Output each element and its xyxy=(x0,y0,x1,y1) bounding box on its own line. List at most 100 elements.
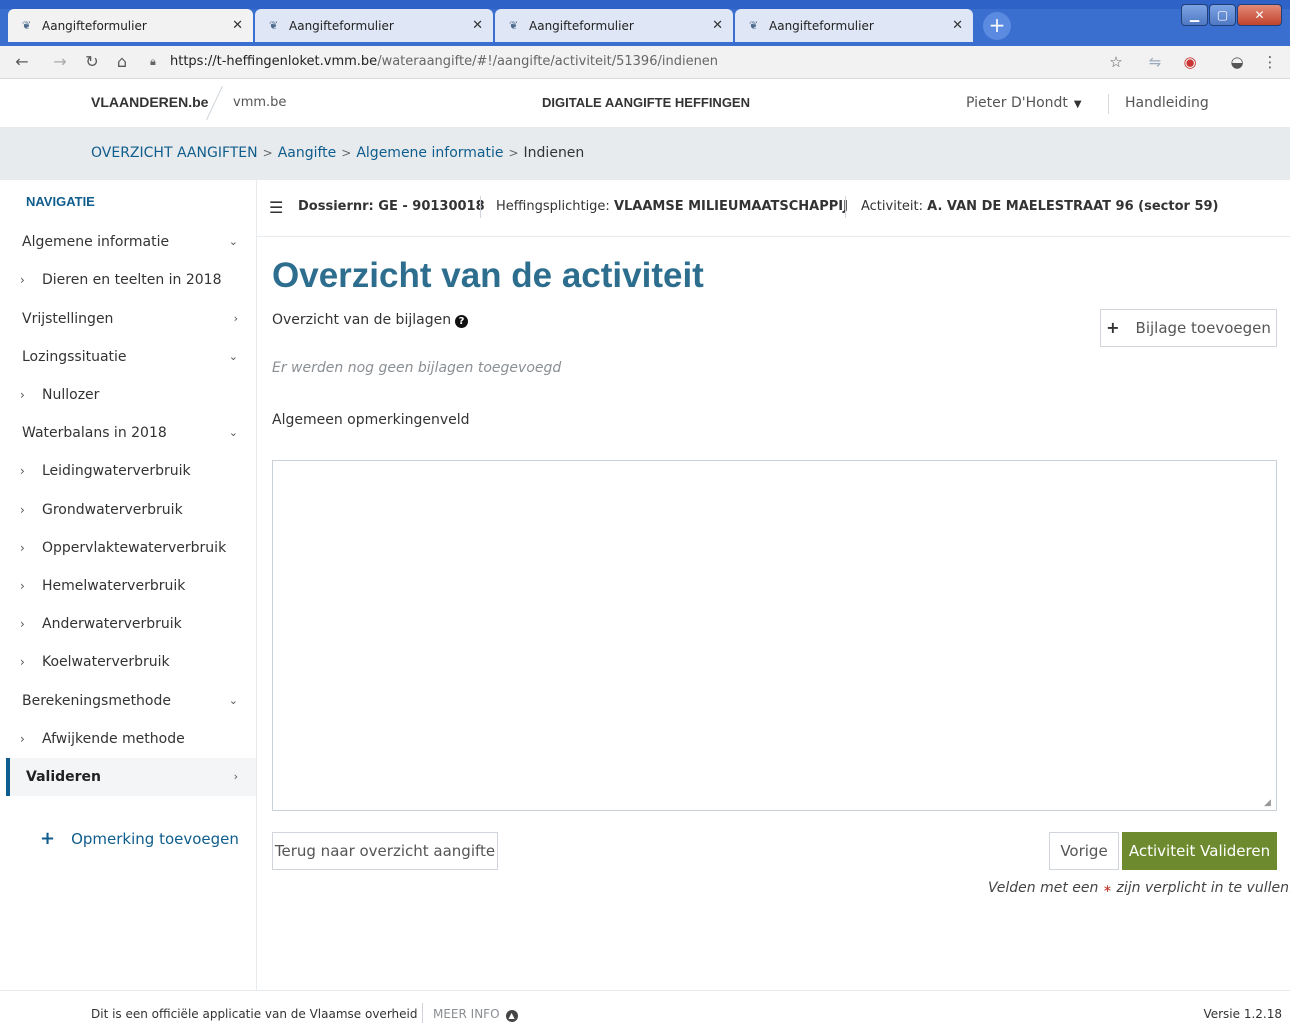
payer-info: Heffingsplichtige: VLAAMSE MILIEUMAATSCH… xyxy=(496,199,848,214)
extension-shield-icon[interactable]: ◉ xyxy=(1180,52,1200,72)
activity-value: A. VAN DE MAELESTRAAT 96 (sector 59) xyxy=(927,199,1219,214)
sidebar-item-afwijkende-methode[interactable]: › Afwijkende methode xyxy=(6,720,256,758)
header-divider xyxy=(1108,94,1109,114)
more-info-link[interactable]: MEER INFO ▲ xyxy=(433,1007,518,1022)
tab-title: Aangifteformulier xyxy=(289,18,394,33)
add-attachment-button[interactable]: + Bijlage toevoegen xyxy=(1100,309,1277,347)
chevron-right-icon: › xyxy=(20,732,25,746)
menu-dots-icon[interactable]: ⋮ xyxy=(1260,52,1280,72)
sidebar-item-lozingssituatie[interactable]: Lozingssituatie ⌄ xyxy=(6,338,256,376)
info-divider xyxy=(480,196,481,218)
chevron-down-icon: ⌄ xyxy=(228,694,238,707)
sidebar-item-nullozer[interactable]: › Nullozer xyxy=(6,376,256,414)
tab-close-icon[interactable]: ✕ xyxy=(712,18,723,33)
tab-close-icon[interactable]: ✕ xyxy=(952,18,963,33)
sidebar-item-grondwaterverbruik[interactable]: › Grondwaterverbruik xyxy=(6,491,256,529)
tab-title: Aangifteformulier xyxy=(769,18,874,33)
reload-icon[interactable]: ↻ xyxy=(82,52,102,72)
sidebar-item-koelwaterverbruik[interactable]: › Koelwaterverbruik xyxy=(6,643,256,681)
lock-icon: 🔒︎ xyxy=(150,55,156,68)
breadcrumb-separator-icon: > xyxy=(341,146,352,160)
site-favicon-icon: ❦ xyxy=(749,18,759,32)
back-to-overview-button[interactable]: Terug naar overzicht aangifte xyxy=(272,832,498,870)
forward-arrow-icon[interactable]: → xyxy=(50,52,70,72)
bookmark-star-icon[interactable]: ☆ xyxy=(1106,52,1126,72)
sidebar-item-vrijstellingen[interactable]: Vrijstellingen › xyxy=(6,300,256,338)
breadcrumb: OVERZICHT AANGIFTEN > Aangifte > Algemene in… xyxy=(91,145,584,161)
sidebar-item-label: Anderwaterverbruik xyxy=(42,616,182,632)
validate-activity-button[interactable]: Activiteit Valideren xyxy=(1122,832,1277,870)
breadcrumb-overview[interactable]: OVERZICHT AANGIFTEN xyxy=(91,145,258,161)
title-band xyxy=(0,0,1290,9)
minimize-icon[interactable]: ▁ xyxy=(1181,4,1208,26)
attachments-heading: Overzicht van de bijlagen? xyxy=(272,312,469,328)
activity-label: Activiteit: xyxy=(861,199,924,214)
page-title: Overzicht van de activiteit xyxy=(272,256,704,295)
chevron-right-icon: › xyxy=(20,541,25,555)
browser-tab[interactable]: ❦ Aangifteformulier ✕ xyxy=(735,9,973,42)
address-bar[interactable]: 🔒︎ https://t-heffingenloket.vmm.be/watera… xyxy=(150,50,1150,74)
sidebar-item-label: Afwijkende methode xyxy=(42,731,185,747)
chevron-right-icon: › xyxy=(233,312,238,325)
app-header: VLAANDEREN.be vmm.be DIGITALE AANGIFTE H… xyxy=(0,80,1290,128)
manual-link[interactable]: Handleiding xyxy=(1125,95,1209,111)
sidebar-item-label: Lozingssituatie xyxy=(22,349,127,365)
site-favicon-icon: ❦ xyxy=(509,18,519,32)
previous-button[interactable]: Vorige xyxy=(1049,832,1119,870)
back-arrow-icon[interactable]: ← xyxy=(12,52,32,72)
no-attachments-message: Er werden nog geen bijlagen toegevoegd xyxy=(272,360,562,376)
sidebar-item-label: Leidingwaterverbruik xyxy=(42,463,191,479)
maximize-icon[interactable]: ▢ xyxy=(1209,4,1236,26)
brand-divider xyxy=(206,86,236,120)
chevron-right-icon: › xyxy=(20,388,25,402)
browser-tab[interactable]: ❦ Aangifteformulier ✕ xyxy=(8,9,253,42)
brand-logo[interactable]: VLAANDEREN.be xyxy=(91,94,208,110)
page-footer: Dit is een officiële applicatie van de V… xyxy=(0,990,1290,1023)
sidebar-item-leidingwaterverbruik[interactable]: › Leidingwaterverbruik xyxy=(6,452,256,490)
sidebar-item-dieren-en-teelten[interactable]: › Dieren en teelten in 2018 xyxy=(6,261,256,299)
add-note-button[interactable]: + Opmerking toevoegen xyxy=(40,828,239,849)
browser-tab[interactable]: ❦ Aangifteformulier ✕ xyxy=(495,9,733,42)
sidebar-item-waterbalans[interactable]: Waterbalans in 2018 ⌄ xyxy=(6,414,256,452)
app-title: DIGITALE AANGIFTE HEFFINGEN xyxy=(542,95,750,110)
sidebar-title: NAVIGATIE xyxy=(26,194,95,209)
dossier-info-bar: ☰ Dossiernr: GE - 90130018 Heffingsplich… xyxy=(257,180,1290,237)
sidebar-item-berekeningsmethode[interactable]: Berekeningsmethode ⌄ xyxy=(6,682,256,720)
sidebar-item-oppervlaktewaterverbruik[interactable]: › Oppervlaktewaterverbruik xyxy=(6,529,256,567)
brand-sub[interactable]: vmm.be xyxy=(233,95,286,110)
breadcrumb-general-info[interactable]: Algemene informatie xyxy=(356,145,503,161)
help-icon[interactable]: ? xyxy=(455,315,469,328)
user-name: Pieter D'Hondt xyxy=(966,95,1068,111)
sidebar-item-anderwaterverbruik[interactable]: › Anderwaterverbruik xyxy=(6,605,256,643)
activity-info: Activiteit: A. VAN DE MAELESTRAAT 96 (se… xyxy=(861,199,1219,214)
tab-close-icon[interactable]: ✕ xyxy=(472,18,483,33)
user-menu[interactable]: Pieter D'Hondt ▼ xyxy=(966,95,1082,111)
site-favicon-icon: ❦ xyxy=(22,18,32,32)
breadcrumb-aangifte[interactable]: Aangifte xyxy=(278,145,337,161)
hamburger-menu-icon[interactable]: ☰ xyxy=(269,198,283,217)
profile-icon[interactable]: ◒ xyxy=(1227,52,1247,72)
browser-tab[interactable]: ❦ Aangifteformulier ✕ xyxy=(255,9,493,42)
sidebar-item-label: Grondwaterverbruik xyxy=(42,502,183,518)
chevron-right-icon: › xyxy=(20,464,25,478)
active-indicator xyxy=(6,758,10,796)
sidebar-item-label: Berekeningsmethode xyxy=(22,693,171,709)
resize-grip-icon[interactable]: ◢ xyxy=(1264,798,1271,808)
tab-close-icon[interactable]: ✕ xyxy=(232,18,243,33)
required-prefix: Velden met een xyxy=(988,880,1099,896)
extension-icon[interactable]: ⇋ xyxy=(1145,52,1165,72)
remarks-textarea[interactable] xyxy=(272,460,1277,811)
chevron-down-icon: ⌄ xyxy=(228,426,238,439)
sidebar-item-hemelwaterverbruik[interactable]: › Hemelwaterverbruik xyxy=(6,567,256,605)
sidebar-item-algemene-informatie[interactable]: Algemene informatie ⌄ xyxy=(6,223,256,261)
sidebar-item-label: Hemelwaterverbruik xyxy=(42,578,186,594)
window-close-icon[interactable]: ✕ xyxy=(1237,4,1282,26)
chevron-right-icon: › xyxy=(20,617,25,631)
sidebar-item-valideren[interactable]: Valideren › xyxy=(6,758,256,796)
chevron-right-icon: › xyxy=(20,655,25,669)
home-icon[interactable]: ⌂ xyxy=(112,52,132,72)
breadcrumb-current: Indienen xyxy=(523,145,585,161)
sidebar-navigation: NAVIGATIE Algemene informatie ⌄ › Dieren… xyxy=(6,180,257,990)
new-tab-icon[interactable]: + xyxy=(983,12,1011,40)
chevron-right-icon: › xyxy=(233,770,238,783)
